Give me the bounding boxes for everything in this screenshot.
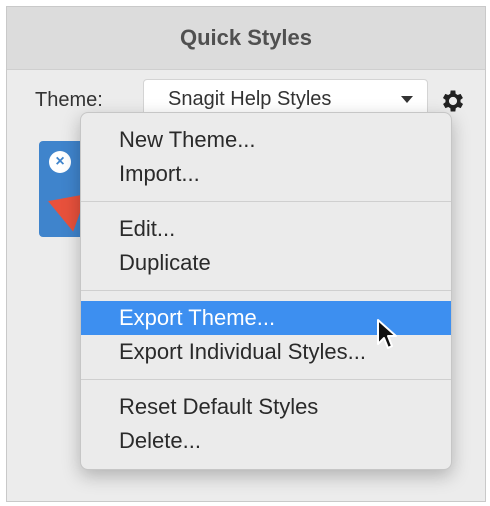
menu-separator bbox=[81, 290, 451, 291]
theme-options-menu: New Theme... Import... Edit... Duplicate… bbox=[80, 112, 452, 470]
close-icon[interactable]: × bbox=[49, 151, 71, 173]
panel-title: Quick Styles bbox=[7, 7, 485, 70]
menu-separator bbox=[81, 379, 451, 380]
menu-item-delete[interactable]: Delete... bbox=[81, 424, 451, 458]
gear-icon[interactable] bbox=[439, 87, 467, 115]
mouse-pointer-icon bbox=[376, 318, 398, 350]
theme-label: Theme: bbox=[35, 89, 103, 111]
menu-item-reset-default-styles[interactable]: Reset Default Styles bbox=[81, 390, 451, 424]
menu-item-duplicate[interactable]: Duplicate bbox=[81, 246, 451, 280]
menu-item-import[interactable]: Import... bbox=[81, 157, 451, 191]
menu-item-new-theme[interactable]: New Theme... bbox=[81, 123, 451, 157]
theme-dropdown-value: Snagit Help Styles bbox=[168, 87, 332, 110]
chevron-down-icon bbox=[401, 96, 413, 103]
menu-item-edit[interactable]: Edit... bbox=[81, 212, 451, 246]
menu-separator bbox=[81, 201, 451, 202]
